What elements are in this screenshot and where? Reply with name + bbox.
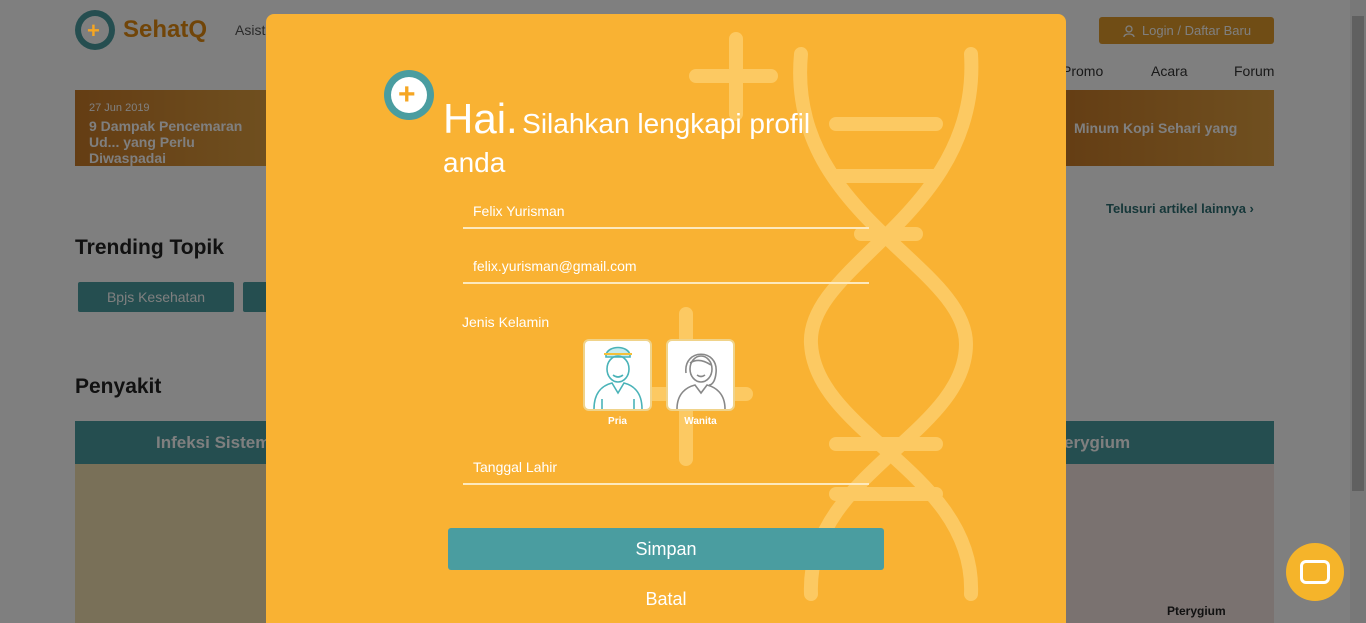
cancel-button[interactable]: Batal bbox=[448, 586, 884, 612]
profile-modal: + Hai. Silahkan lengkapi profil anda Fel… bbox=[266, 14, 1066, 623]
female-avatar-icon bbox=[675, 353, 726, 409]
birthdate-placeholder: Tanggal Lahir bbox=[473, 459, 558, 475]
email-field[interactable]: felix.yurisman@gmail.com bbox=[463, 250, 869, 284]
chat-icon[interactable] bbox=[1286, 543, 1344, 601]
gender-caption-pria: Pria bbox=[608, 416, 627, 427]
modal-greeting: Hai. Silahkan lengkapi profil anda bbox=[443, 98, 863, 185]
male-avatar-icon bbox=[592, 346, 643, 409]
email-value: felix.yurisman@gmail.com bbox=[473, 258, 637, 274]
save-button[interactable]: Simpan bbox=[448, 528, 884, 570]
name-value: Felix Yurisman bbox=[473, 203, 565, 219]
gender-option-wanita[interactable] bbox=[666, 339, 735, 411]
greeting-hai: Hai. bbox=[443, 95, 518, 142]
name-field[interactable]: Felix Yurisman bbox=[463, 195, 869, 229]
gender-label: Jenis Kelamin bbox=[462, 314, 550, 330]
modal-logo-icon: + bbox=[384, 70, 434, 120]
gender-caption-wanita: Wanita bbox=[684, 416, 717, 427]
birthdate-field[interactable]: Tanggal Lahir bbox=[463, 451, 869, 485]
gender-option-pria[interactable] bbox=[583, 339, 652, 411]
